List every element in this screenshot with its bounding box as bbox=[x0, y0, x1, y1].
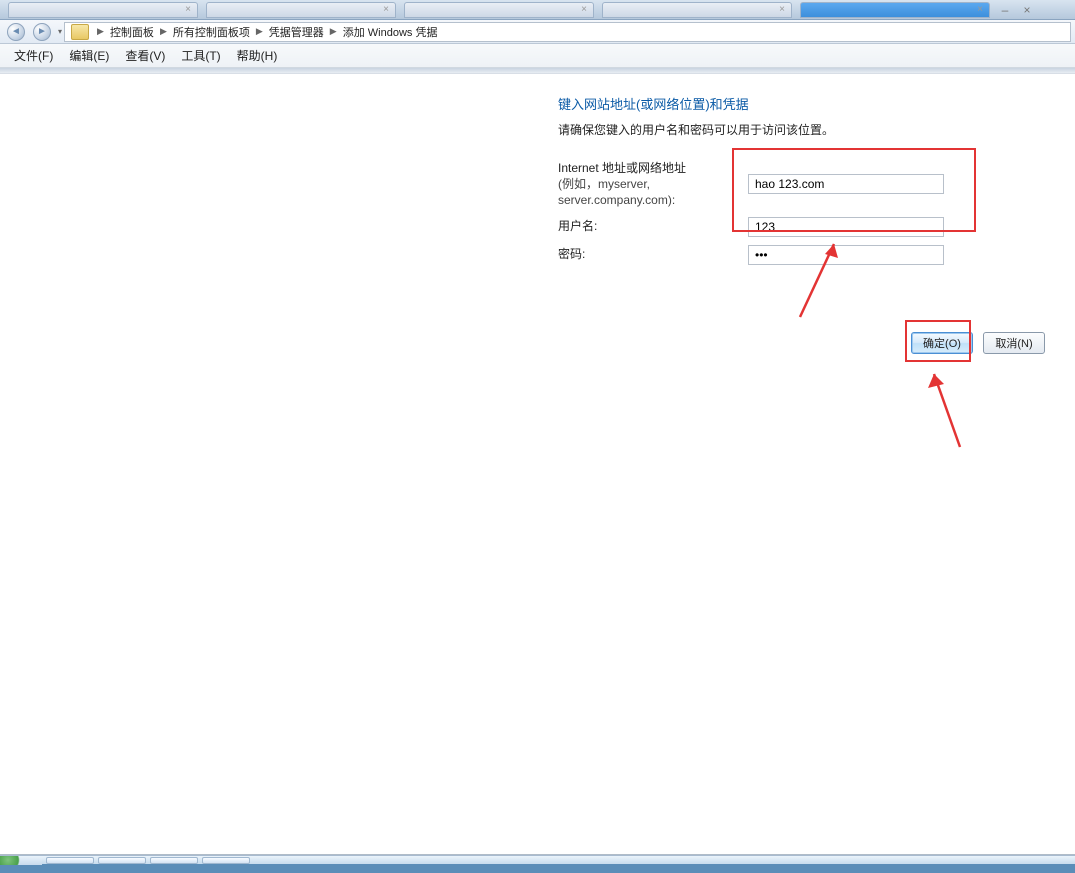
ok-button[interactable]: 确定(O) bbox=[911, 332, 973, 354]
start-button[interactable] bbox=[0, 856, 42, 865]
breadcrumb-item[interactable]: 控制面板 bbox=[108, 24, 156, 40]
back-button[interactable]: ◄ bbox=[4, 22, 28, 42]
menu-file[interactable]: 文件(F) bbox=[6, 45, 61, 66]
form-row-password: 密码: bbox=[558, 245, 1048, 265]
forward-button[interactable]: ► bbox=[30, 22, 54, 42]
nav-bar: ◄ ► ▾ ▶ 控制面板 ▶ 所有控制面板项 ▶ 凭据管理器 ▶ 添加 Wind… bbox=[0, 20, 1075, 44]
page-title: 键入网站地址(或网络位置)和凭据 bbox=[558, 94, 1048, 113]
history-dropdown-icon[interactable]: ▾ bbox=[58, 27, 62, 36]
browser-tab-active[interactable]: × bbox=[800, 2, 990, 18]
chevron-right-icon: ▶ bbox=[330, 26, 337, 37]
address-breadcrumb[interactable]: ▶ 控制面板 ▶ 所有控制面板项 ▶ 凭据管理器 ▶ 添加 Windows 凭据 bbox=[64, 22, 1071, 42]
close-icon[interactable]: × bbox=[581, 4, 587, 15]
chevron-right-icon: ▶ bbox=[160, 26, 167, 37]
chevron-right-icon: ▶ bbox=[256, 26, 263, 37]
password-label: 密码: bbox=[558, 246, 748, 262]
menu-edit[interactable]: 编辑(E) bbox=[61, 45, 117, 66]
browser-tab[interactable]: × bbox=[206, 2, 396, 18]
browser-tabs-strip: × × × × × – × bbox=[0, 0, 1075, 20]
page-description: 请确保您键入的用户名和密码可以用于访问该位置。 bbox=[558, 121, 1048, 138]
breadcrumb-item[interactable]: 凭据管理器 bbox=[267, 24, 326, 40]
username-label: 用户名: bbox=[558, 218, 748, 234]
menu-help[interactable]: 帮助(H) bbox=[229, 45, 286, 66]
form-row-username: 用户名: bbox=[558, 217, 1048, 237]
content-area: 键入网站地址(或网络位置)和凭据 请确保您键入的用户名和密码可以用于访问该位置。… bbox=[0, 74, 1075, 864]
button-row: 确定(O) 取消(N) bbox=[911, 332, 1045, 354]
menu-bar: 文件(F) 编辑(E) 查看(V) 工具(T) 帮助(H) bbox=[0, 44, 1075, 68]
window-close-icon[interactable]: × bbox=[1018, 3, 1036, 17]
browser-tab[interactable]: × bbox=[602, 2, 792, 18]
cancel-button[interactable]: 取消(N) bbox=[983, 332, 1045, 354]
taskbar-button[interactable] bbox=[150, 857, 198, 864]
annotation-arrow-icon bbox=[920, 362, 970, 452]
close-icon[interactable]: × bbox=[185, 4, 191, 15]
taskbar-button[interactable] bbox=[98, 857, 146, 864]
breadcrumb-item[interactable]: 所有控制面板项 bbox=[171, 24, 252, 40]
taskbar-button[interactable] bbox=[202, 857, 250, 864]
browser-tab[interactable]: × bbox=[8, 2, 198, 18]
form-row-address: Internet 地址或网络地址 (例如，myserver, server.co… bbox=[558, 160, 1048, 209]
browser-tab[interactable]: × bbox=[404, 2, 594, 18]
chevron-right-icon: ▶ bbox=[97, 26, 104, 37]
close-icon[interactable]: × bbox=[383, 4, 389, 15]
address-label: Internet 地址或网络地址 (例如，myserver, server.co… bbox=[558, 160, 748, 209]
breadcrumb-item[interactable]: 添加 Windows 凭据 bbox=[341, 24, 440, 40]
username-input[interactable] bbox=[748, 217, 944, 237]
taskbar bbox=[0, 855, 1075, 864]
menu-view[interactable]: 查看(V) bbox=[117, 45, 173, 66]
menu-tools[interactable]: 工具(T) bbox=[173, 45, 228, 66]
close-icon[interactable]: × bbox=[977, 4, 983, 15]
password-input[interactable] bbox=[748, 245, 944, 265]
close-icon[interactable]: × bbox=[779, 4, 785, 15]
address-input[interactable] bbox=[748, 174, 944, 194]
taskbar-button[interactable] bbox=[46, 857, 94, 864]
minimize-icon[interactable]: – bbox=[996, 3, 1014, 17]
folder-icon bbox=[71, 24, 89, 40]
